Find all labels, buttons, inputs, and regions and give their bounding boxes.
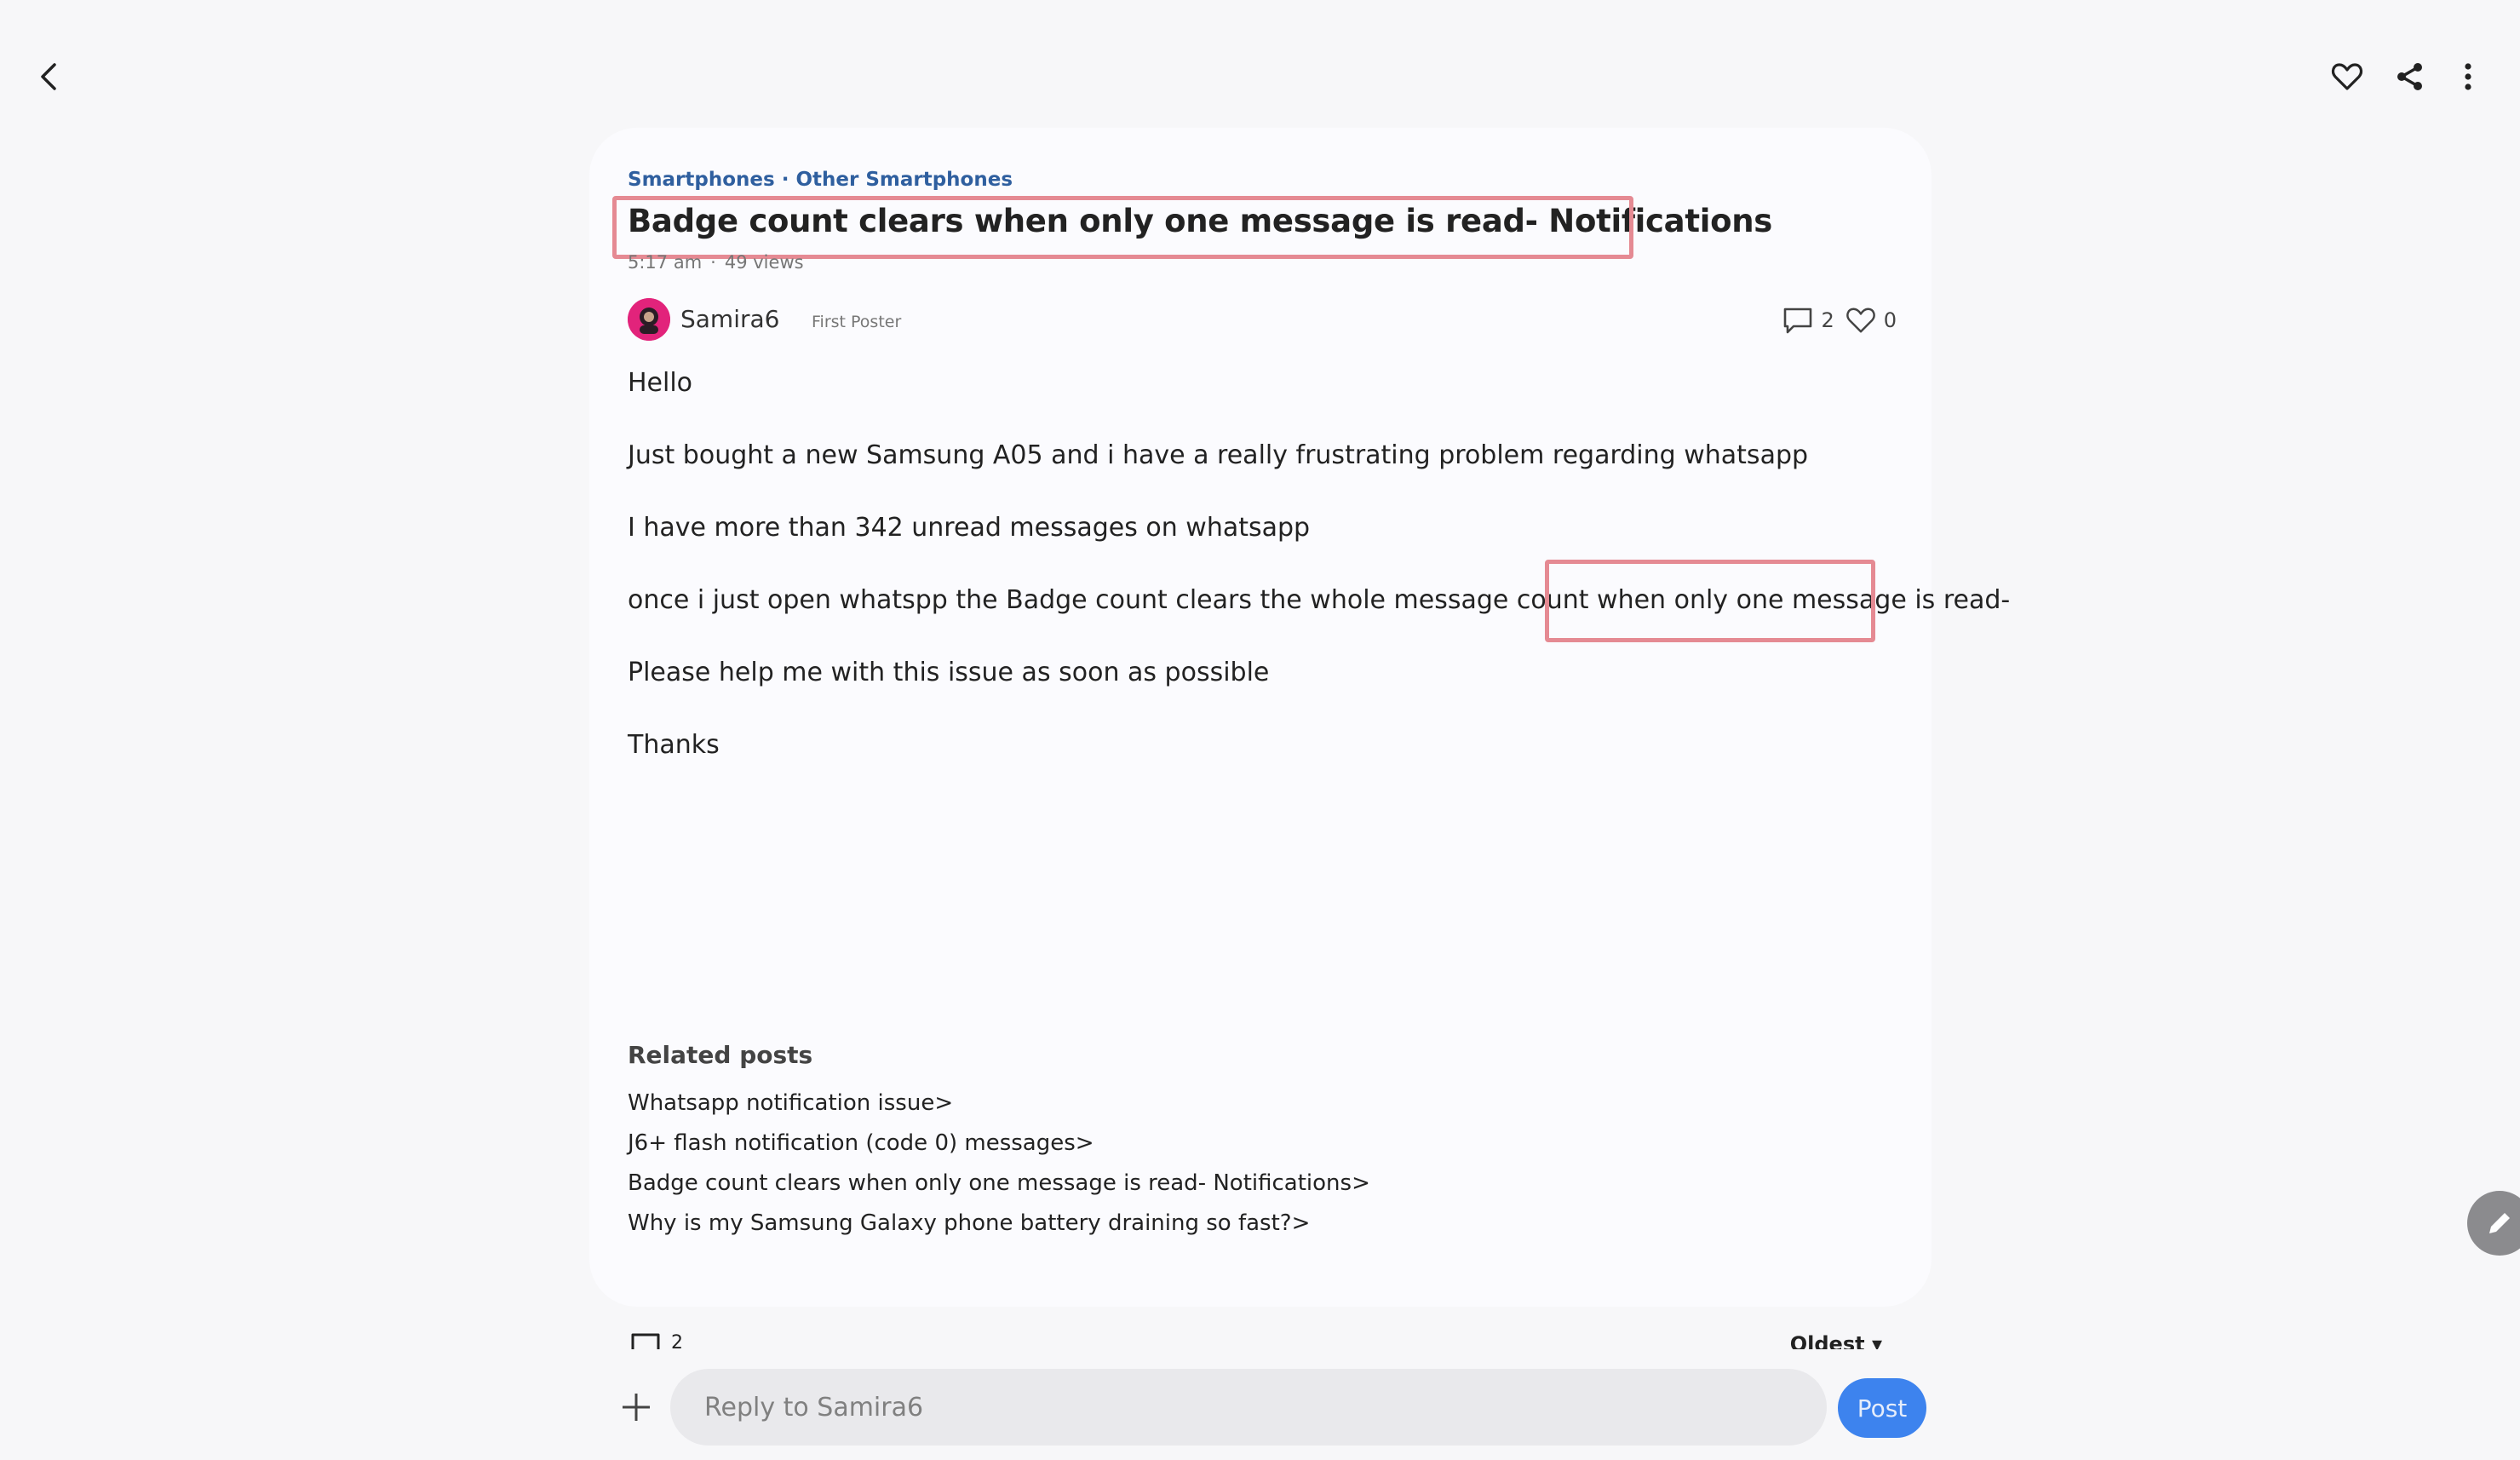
related-post-link[interactable]: Whatsapp notification issue>	[628, 1090, 953, 1116]
post-body-line: I have more than 342 unread messages on …	[628, 513, 1311, 543]
sort-label: Oldest	[1789, 1332, 1865, 1349]
more-vertical-icon	[2465, 63, 2471, 90]
pencil-icon	[2489, 1213, 2510, 1233]
post-views: 49 views	[724, 252, 804, 273]
avatar-image	[628, 298, 670, 341]
post-body-signoff: Thanks	[628, 730, 720, 760]
body-highlight-box	[1545, 560, 1875, 642]
more-options-button[interactable]	[2434, 43, 2502, 111]
post-body-greeting: Hello	[628, 368, 693, 398]
related-post-link[interactable]: Why is my Samsung Galaxy phone battery d…	[628, 1210, 1310, 1236]
back-button[interactable]	[15, 43, 83, 111]
share-icon	[2397, 63, 2422, 90]
caret-down-icon: ▾	[1871, 1332, 1882, 1349]
post-meta: 5:17 am · 49 views	[628, 252, 804, 273]
add-attachment-button[interactable]	[606, 1373, 666, 1441]
post-card: Smartphones · Other Smartphones Badge co…	[589, 128, 2010, 1307]
author-row: Samira6 First Poster 2 0	[628, 298, 1897, 341]
comment-icon	[631, 1333, 660, 1349]
post-stats: 2 0	[1782, 303, 1897, 337]
comments-header: 2 Oldest ▾	[630, 1329, 1882, 1349]
like-stat[interactable]: 0	[1845, 306, 1897, 335]
breadcrumb[interactable]: Smartphones · Other Smartphones	[628, 169, 1013, 191]
related-posts-heading: Related posts	[628, 1041, 813, 1069]
like-button[interactable]	[2313, 43, 2381, 111]
post-body-line: Just bought a new Samsung A05 and i have…	[628, 440, 1809, 470]
author-name[interactable]: Samira6	[680, 305, 779, 333]
heart-outline-icon	[1846, 308, 1875, 333]
post-body-line: Please help me with this issue as soon a…	[628, 658, 1270, 687]
heart-outline-icon	[2331, 63, 2363, 90]
comment-icon	[1784, 308, 1812, 334]
sort-dropdown[interactable]: Oldest ▾	[1790, 1332, 1882, 1349]
related-post-link[interactable]: J6+ flash notification (code 0) messages…	[628, 1130, 1094, 1156]
comment-stat[interactable]: 2	[1782, 306, 1834, 335]
avatar[interactable]	[628, 298, 670, 341]
post-time: 5:17 am	[628, 252, 703, 273]
title-highlight-box	[612, 196, 1633, 259]
related-post-link[interactable]: Badge count clears when only one message…	[628, 1170, 1370, 1196]
compose-fab[interactable]	[2467, 1191, 2520, 1256]
comments-total: 2	[671, 1332, 683, 1349]
comment-count: 2	[1821, 308, 1834, 332]
post-button[interactable]: Post	[1838, 1378, 1926, 1438]
like-count: 0	[1883, 308, 1897, 332]
author-rank-badge: First Poster	[812, 313, 902, 331]
meta-separator: ·	[710, 252, 716, 273]
comments-count: 2	[630, 1332, 683, 1349]
chevron-left-icon	[41, 63, 56, 90]
reply-input[interactable]	[670, 1369, 1827, 1446]
plus-icon	[623, 1394, 650, 1421]
